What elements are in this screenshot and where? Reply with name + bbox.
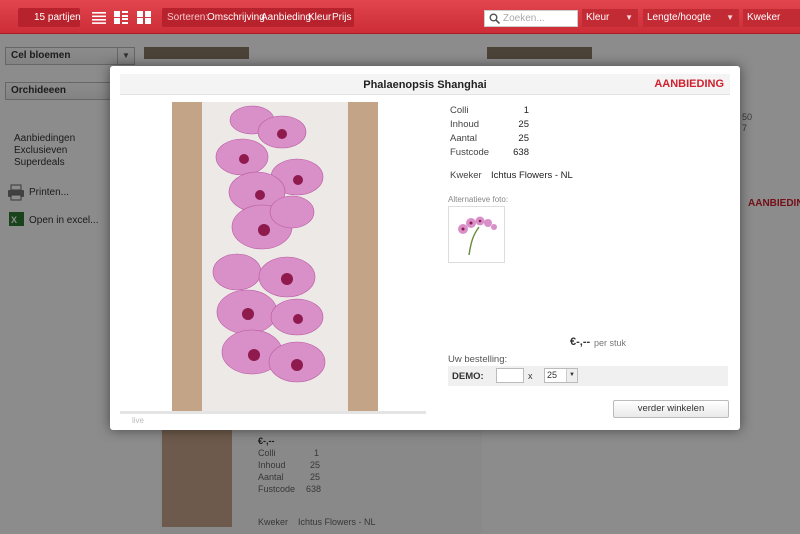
alt-photo-label: Alternatieve foto:: [448, 195, 509, 204]
filter-color-label: Kleur: [586, 12, 610, 23]
photo-shadow: [120, 411, 426, 414]
chevron-down-icon: ▼: [566, 369, 577, 382]
grower-value: Ichtus Flowers - NL: [491, 170, 573, 181]
spec-fustcode-label: Fustcode: [450, 147, 490, 158]
continue-shopping-button[interactable]: verder winkelen: [613, 400, 729, 418]
sort-label: Sorteren:: [167, 12, 209, 23]
order-row: DEMO: x 25 ▼: [448, 366, 728, 386]
grid-view-icon[interactable]: [137, 11, 151, 24]
spec-colli-label: Colli: [450, 105, 469, 116]
spec-inhoud-label: Inhoud: [450, 119, 480, 130]
pack-size-value: 25: [547, 370, 558, 380]
sort-kleur[interactable]: Kleur: [308, 12, 331, 23]
top-toolbar: 15 partijen Sorteren: Omschrijving Aanbi…: [0, 0, 800, 34]
modal-header: Phalaenopsis Shanghai AANBIEDING: [120, 74, 730, 95]
quantity-input[interactable]: [496, 368, 524, 383]
filter-length-dropdown[interactable]: Lengte/hoogte ▼: [643, 9, 739, 27]
search-placeholder: Zoeken...: [503, 13, 545, 24]
multiply-sign: x: [528, 371, 533, 381]
spec-inhoud-value: 25: [518, 119, 529, 130]
alt-photo-thumbnail[interactable]: [448, 206, 505, 263]
unit-price: €-,--: [570, 336, 591, 348]
orchid-image: [212, 105, 326, 383]
filter-length-label: Lengte/hoogte: [647, 12, 711, 23]
pack-size-select[interactable]: 25 ▼: [544, 368, 578, 383]
photo-caption: live: [132, 416, 145, 425]
product-detail-modal: Phalaenopsis Shanghai AANBIEDING live Co…: [110, 66, 740, 430]
sort-omschrijving[interactable]: Omschrijving: [207, 12, 265, 23]
product-title: Phalaenopsis Shanghai: [363, 79, 487, 91]
filter-grower-dropdown[interactable]: Kweker: [743, 9, 800, 27]
offer-badge: AANBIEDING: [654, 78, 724, 90]
filter-grower-label: Kweker: [747, 12, 781, 23]
orchid-thumb-image: [458, 216, 497, 256]
search-icon: [489, 13, 500, 24]
filter-color-dropdown[interactable]: Kleur ▼: [582, 9, 638, 27]
price-unit: per stuk: [594, 338, 627, 348]
product-photo[interactable]: [172, 102, 378, 412]
spec-colli-value: 1: [523, 105, 529, 116]
demo-label: DEMO:: [452, 371, 484, 382]
grower-label: Kweker: [450, 170, 482, 181]
search-input[interactable]: Zoeken...: [484, 10, 578, 27]
lot-count: 15 partijen: [34, 12, 81, 23]
sort-prijs[interactable]: Prijs: [332, 12, 351, 23]
chevron-down-icon: ▼: [726, 13, 734, 22]
order-label: Uw bestelling:: [448, 354, 508, 365]
spec-aantal-label: Aantal: [450, 133, 477, 144]
list-view-icon[interactable]: [92, 11, 106, 24]
mixed-view-icon[interactable]: [114, 11, 128, 24]
chevron-down-icon: ▼: [625, 13, 633, 22]
spec-aantal-value: 25: [518, 133, 529, 144]
spec-fustcode-value: 638: [513, 147, 529, 158]
sort-aanbieding[interactable]: Aanbieding: [261, 12, 311, 23]
